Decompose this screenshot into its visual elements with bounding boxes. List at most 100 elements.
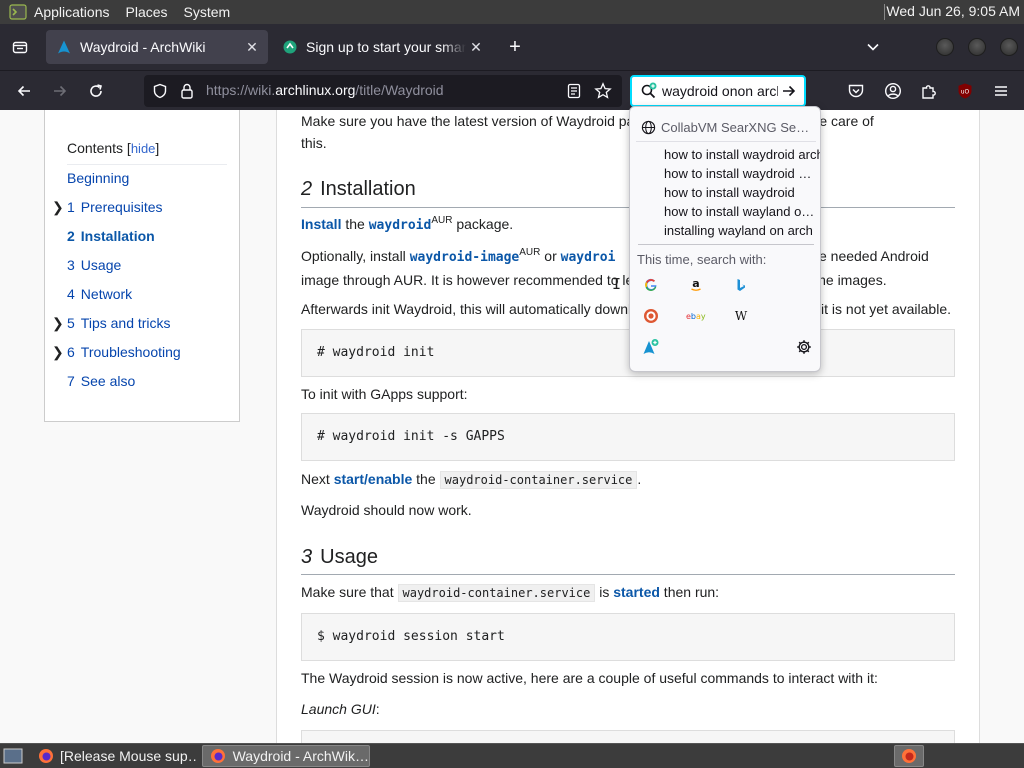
toc-hide-link[interactable]: hide [131, 141, 156, 156]
wikipedia-engine-icon[interactable]: W [729, 304, 753, 328]
optional-paragraph: Optionally, install waydroid-imageAUR or… [301, 247, 929, 288]
firefox-icon [902, 749, 916, 763]
reload-icon[interactable] [82, 77, 110, 105]
app-menu-hamburger-icon[interactable] [991, 81, 1011, 101]
expand-chevron-icon[interactable]: ❯ [52, 315, 64, 332]
suggestion-item[interactable]: how to install wayland o… [664, 204, 820, 219]
svg-text:uO: uO [961, 89, 970, 96]
close-tab-icon[interactable]: ✕ [466, 37, 486, 57]
tab-strip: Waydroid - ArchWiki ✕ Sign up to start y… [0, 24, 1024, 70]
current-engine-row[interactable]: CollabVM SearXNG Se… [640, 117, 816, 137]
tab-sign-up[interactable]: Sign up to start your smart ✕ [272, 30, 492, 64]
suggestion-item[interactable]: installing wayland on arch [664, 223, 820, 238]
intro-paragraph: Make sure you have the latest version of… [301, 113, 874, 151]
terminal-app-icon[interactable] [8, 2, 28, 22]
ublock-origin-icon[interactable]: uO [955, 81, 975, 101]
tracking-protection-shield-icon[interactable] [152, 83, 168, 102]
list-all-tabs-chevron-down-icon[interactable] [862, 36, 884, 58]
amazon-engine-icon[interactable]: a [684, 273, 708, 297]
toc-item-see-also[interactable]: 7 See also [67, 373, 135, 389]
launch-gui-label: Launch GUI: [301, 701, 380, 717]
waydroid-image-link[interactable]: waydroid-image [410, 250, 520, 265]
search-go-arrow-icon[interactable] [778, 83, 800, 99]
places-menu[interactable]: Places [126, 4, 168, 20]
code-block-gapps: # waydroid init -s GAPPS [301, 413, 955, 461]
navigation-toolbar: https://wiki.archlinux.org/title/Waydroi… [0, 70, 1024, 110]
should-work-paragraph: Waydroid should now work. [301, 502, 472, 518]
toc-item-network[interactable]: 4 Network [67, 286, 132, 302]
bing-engine-icon[interactable] [729, 273, 753, 297]
search-bar[interactable]: waydroid onon arch [630, 75, 806, 107]
new-tab-button[interactable]: + [504, 36, 526, 58]
code-block-launch [301, 730, 955, 743]
table-of-contents: Contents [hide] Beginning ❯ 1 Prerequisit… [44, 110, 240, 422]
search-suggestions-dropdown: CollabVM SearXNG Se… how to install wayd… [629, 106, 821, 372]
clock[interactable]: Wed Jun 26, 9:05 AM [886, 3, 1020, 19]
tab-title: Waydroid - ArchWiki [80, 39, 206, 55]
reader-view-icon[interactable] [566, 83, 582, 102]
top-panel: Applications Places System Wed Jun 26, 9… [0, 0, 1024, 24]
pocket-icon[interactable] [846, 81, 866, 101]
svg-text:a: a [692, 278, 699, 290]
duckduckgo-engine-icon[interactable] [639, 304, 663, 328]
toc-title: Contents [hide] [67, 140, 160, 156]
applications-menu[interactable]: Applications [34, 4, 110, 20]
toc-item-beginning[interactable]: Beginning [67, 170, 129, 186]
desktop-icon [3, 748, 23, 764]
install-paragraph: Install the waydroidAUR package. [301, 215, 514, 233]
tab-title: Sign up to start your smart [306, 39, 466, 55]
tab-waydroid-archwiki[interactable]: Waydroid - ArchWiki ✕ [46, 30, 268, 64]
search-engine-icon[interactable] [638, 80, 660, 102]
code-block-session: $ waydroid session start [301, 613, 955, 661]
svg-text:W: W [735, 309, 748, 323]
close-tab-icon[interactable]: ✕ [242, 37, 262, 57]
lock-icon[interactable] [180, 83, 194, 102]
panel-separator [884, 4, 885, 20]
maximize-button[interactable] [968, 38, 986, 56]
taskbar: [Release Mouse sup… Waydroid - ArchWik… [0, 743, 1024, 768]
toc-item-installation[interactable]: 2 Installation [67, 228, 155, 244]
ebay-engine-icon[interactable]: ebay [684, 304, 708, 328]
web-page: Contents [hide] Beginning ❯ 1 Prerequisit… [0, 110, 1024, 743]
extensions-puzzle-icon[interactable] [919, 81, 939, 101]
toc-item-tips-and-tricks[interactable]: 5 Tips and tricks [67, 315, 171, 331]
google-engine-icon[interactable] [639, 273, 663, 297]
system-menu[interactable]: System [184, 4, 231, 20]
url-text[interactable]: https://wiki.archlinux.org/title/Waydroi… [206, 82, 444, 98]
toc-item-troubleshooting[interactable]: 6 Troubleshooting [67, 344, 181, 360]
account-icon[interactable] [883, 81, 903, 101]
started-link[interactable]: started [613, 584, 660, 600]
toc-item-usage[interactable]: 3 Usage [67, 257, 121, 273]
firefox-icon [38, 747, 54, 765]
start-enable-link[interactable]: start/enable [334, 471, 413, 487]
suggestion-item[interactable]: how to install waydroid [664, 185, 820, 200]
workspace-switcher[interactable] [894, 745, 924, 767]
install-link[interactable]: Install [301, 216, 341, 232]
show-desktop-button[interactable] [0, 745, 26, 767]
archwiki-engine-icon[interactable] [639, 335, 663, 359]
suggestion-item[interactable]: how to install waydroid … [664, 166, 820, 181]
back-arrow-icon[interactable] [10, 77, 38, 105]
close-window-button[interactable] [1000, 38, 1018, 56]
session-paragraph: The Waydroid session is now active, here… [301, 670, 878, 686]
search-input[interactable]: waydroid onon arch [662, 83, 778, 99]
waydroid-package-link[interactable]: waydroid [369, 218, 432, 233]
search-settings-gear-icon[interactable] [792, 335, 816, 359]
waydroid-image-alt-link[interactable]: waydroi [561, 250, 616, 265]
url-bar[interactable]: https://wiki.archlinux.org/title/Waydroi… [144, 75, 622, 107]
heading-installation: 2 Installation [301, 178, 416, 200]
expand-chevron-icon[interactable]: ❯ [52, 199, 64, 216]
archlinux-favicon-icon [56, 39, 72, 55]
this-time-label: This time, search with: [637, 252, 767, 267]
taskbar-item-release-mouse[interactable]: [Release Mouse sup… [32, 745, 198, 767]
minimize-button[interactable] [936, 38, 954, 56]
next-paragraph: Next start/enable the waydroid-container… [301, 471, 642, 489]
expand-chevron-icon[interactable]: ❯ [52, 344, 64, 361]
suggestion-item[interactable]: how to install waydroid arch [664, 147, 820, 162]
toc-item-prerequisites[interactable]: 1 Prerequisites [67, 199, 163, 215]
gapps-paragraph: To init with GApps support: [301, 386, 468, 402]
bookmark-star-icon[interactable] [594, 82, 612, 103]
firefox-view-button[interactable] [0, 24, 40, 70]
taskbar-item-waydroid-archwiki[interactable]: Waydroid - ArchWik… [202, 745, 370, 767]
forward-arrow-icon[interactable] [46, 77, 74, 105]
